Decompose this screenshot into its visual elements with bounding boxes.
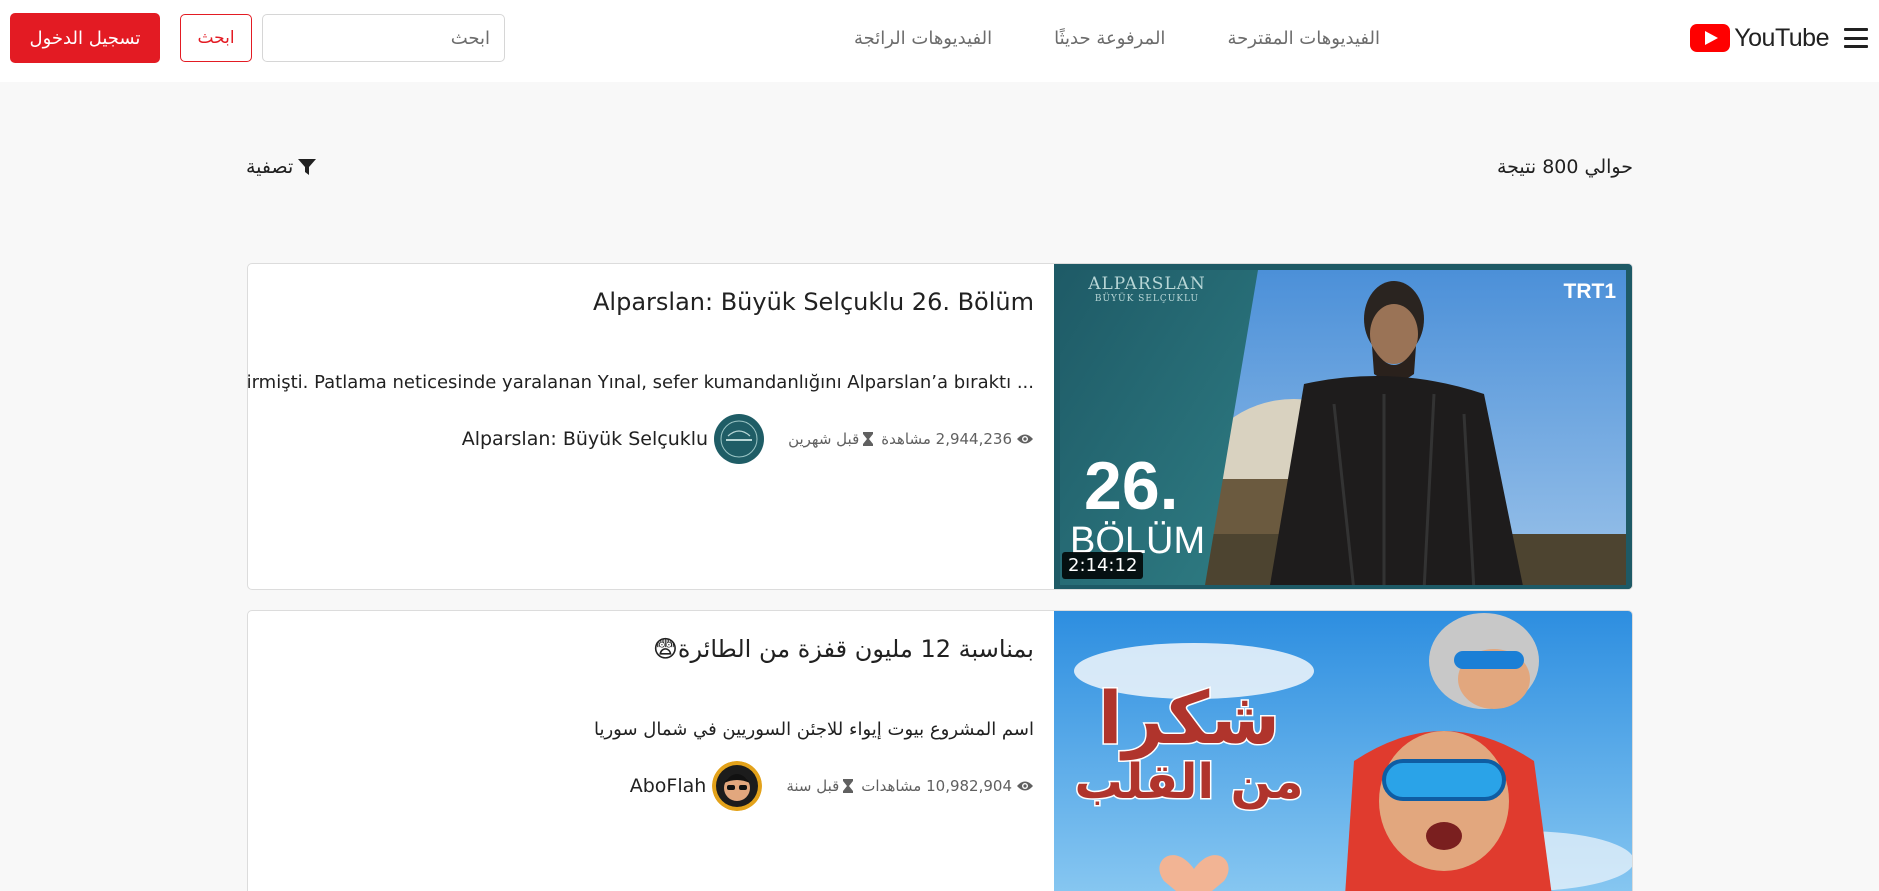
avatar (712, 761, 763, 811)
video-meta: 10,982,904 مشاهدات قبل سنة AboFlah (630, 761, 1034, 811)
menu-icon[interactable] (1843, 25, 1869, 51)
hourglass-icon (843, 779, 854, 793)
video-meta: 2,944,236 مشاهدة قبل شهرين Alparslan: Bü… (462, 414, 1034, 464)
eye-icon (1017, 781, 1033, 791)
filter-icon (298, 159, 317, 175)
eye-icon (1017, 434, 1033, 444)
channel-name: AboFlah (629, 775, 707, 797)
views-stat: 10,982,904 مشاهدات (861, 777, 1034, 795)
main-nav: الفيديوهات المقترحة المرفوعة حديثًا الفي… (780, 22, 1380, 54)
video-info: بمناسبة 12 مليون قفزة من الطائرة😨 اسم ال… (264, 611, 1034, 891)
result-count: حوالي 800 نتيجة (1496, 156, 1633, 178)
video-title[interactable]: Alparslan: Büyük Selçuklu 26. Bölüm (593, 288, 1034, 316)
video-duration: 2:14:12 (1062, 552, 1144, 579)
video-title[interactable]: بمناسبة 12 مليون قفزة من الطائرة😨 (653, 635, 1034, 663)
show-logo: ALPARSLAN BÜYÜK SELÇUKLU (1062, 274, 1232, 304)
age-stat: قبل شهرين (788, 430, 874, 448)
video-thumbnail[interactable]: ALPARSLAN BÜYÜK SELÇUKLU TRT1 26. BÖLÜM … (1054, 264, 1632, 589)
video-card[interactable]: شكرا من القلب بمناسبة 12 مليون قفزة من ا… (247, 610, 1633, 891)
views-stat: 2,944,236 مشاهدة (881, 430, 1034, 448)
thumbnail-caption-line2: من القلب (1073, 753, 1305, 810)
video-thumbnail[interactable]: شكرا من القلب (1054, 611, 1632, 891)
channel-watermark: TRT1 (1563, 280, 1617, 303)
search-input[interactable] (262, 14, 505, 62)
login-button[interactable]: تسجيل الدخول (10, 13, 160, 63)
youtube-logo[interactable]: YouTube (1690, 22, 1829, 54)
channel-link[interactable]: AboFlah (630, 761, 763, 811)
video-description: ... getirmişti. Patlama neticesinde yara… (247, 372, 1034, 393)
filter-button[interactable]: تصفية (246, 156, 317, 178)
show-logo-line2: BÜYÜK SELÇUKLU (1094, 294, 1200, 304)
hourglass-icon (863, 432, 874, 446)
video-info: Alparslan: Büyük Selçuklu 26. Bölüm ... … (248, 264, 1034, 589)
channel-link[interactable]: Alparslan: Büyük Selçuklu (461, 414, 765, 464)
views-count: 2,944,236 مشاهدة (881, 430, 1012, 448)
youtube-logo-icon (1690, 24, 1731, 52)
views-count: 10,982,904 مشاهدات (861, 777, 1012, 795)
age-stat: قبل سنة (786, 777, 854, 795)
nav-trending[interactable]: الفيديوهات الرائجة (854, 28, 992, 49)
upload-age: قبل سنة (786, 777, 840, 795)
thumbnail-caption-line1: شكرا (1096, 676, 1281, 760)
nav-suggested[interactable]: الفيديوهات المقترحة (1227, 28, 1380, 49)
thumbnail-caption: شكرا من القلب (1064, 676, 1314, 810)
logo-text: YouTube (1734, 23, 1829, 52)
avatar (714, 414, 765, 464)
filter-label: تصفية (246, 156, 294, 178)
search-button[interactable]: ابحث (180, 14, 252, 62)
video-description: اسم المشروع بيوت إيواء للاجئن السوريين ف… (594, 719, 1034, 740)
video-card[interactable]: ALPARSLAN BÜYÜK SELÇUKLU TRT1 26. BÖLÜM … (247, 263, 1633, 590)
episode-number: 26. (1084, 448, 1179, 524)
channel-name: Alparslan: Büyük Selçuklu (461, 428, 709, 450)
show-logo-line1: ALPARSLAN (1088, 274, 1206, 294)
nav-recent[interactable]: المرفوعة حديثًا (1054, 28, 1165, 49)
upload-age: قبل شهرين (788, 430, 860, 448)
top-header: YouTube الفيديوهات المقترحة المرفوعة حدي… (0, 0, 1879, 82)
